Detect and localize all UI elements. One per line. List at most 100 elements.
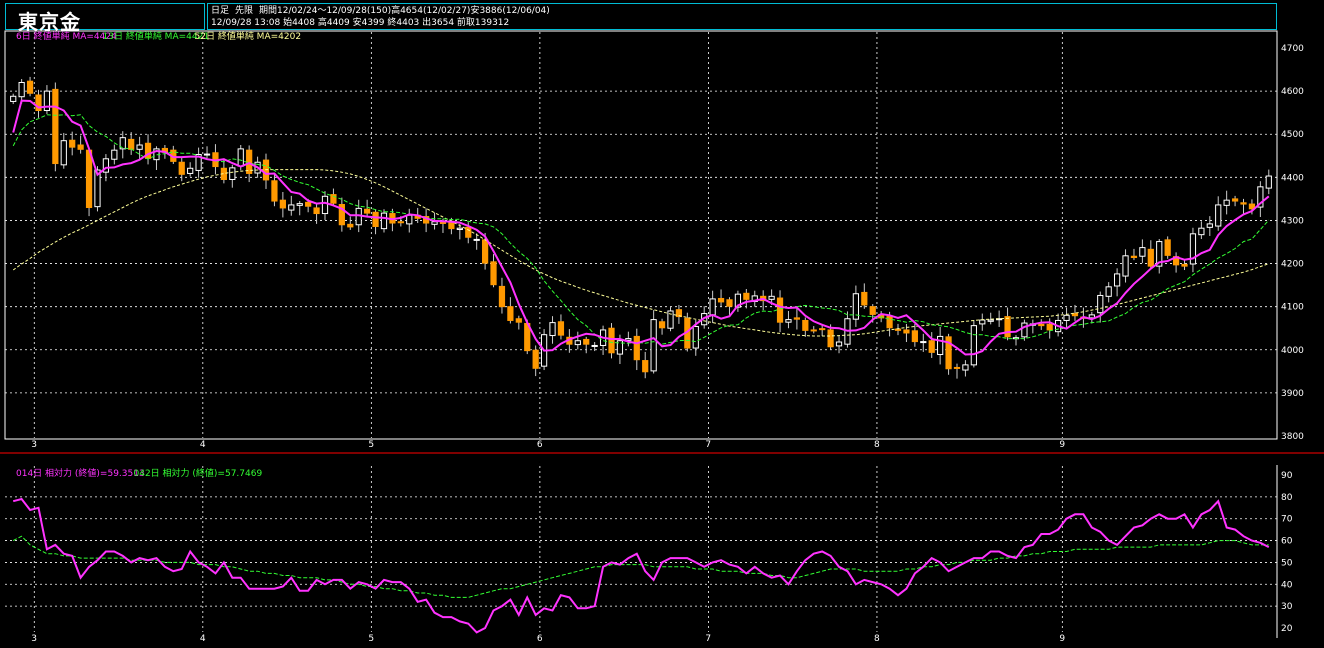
candle-body — [962, 364, 969, 371]
lower-x-tick-label: 5 — [368, 634, 374, 644]
candle-body — [1113, 273, 1121, 287]
candle-body — [1105, 286, 1112, 297]
candle-body — [1063, 314, 1070, 321]
candle-body — [111, 149, 118, 160]
candle-body — [187, 167, 194, 174]
upper-y-tick-label: 4400 — [1281, 173, 1304, 183]
candle-body — [237, 148, 244, 167]
upper-x-axis: 3 4 5 6 7 8 9 — [31, 440, 1065, 450]
candle-body — [1004, 316, 1011, 338]
ma52-line — [12, 169, 1269, 337]
lower-x-tick-label: 9 — [1059, 634, 1065, 644]
candle-body — [397, 221, 404, 224]
candle-body — [709, 298, 716, 316]
candle-body — [60, 140, 67, 166]
candle-body — [507, 306, 514, 321]
candle-body — [498, 285, 506, 308]
candle-body — [1215, 204, 1222, 227]
candle-body — [642, 360, 649, 373]
candle-body — [894, 328, 902, 331]
candle-body — [835, 341, 843, 347]
candle-body — [819, 328, 826, 331]
upper-x-tick-label: 7 — [705, 440, 711, 450]
candle-body — [1206, 223, 1213, 228]
candle-body — [557, 321, 565, 336]
candle-body — [1097, 294, 1104, 314]
candle-body — [549, 322, 556, 337]
candle-body — [18, 81, 25, 98]
candle-body — [1038, 323, 1045, 327]
lower-x-tick-label: 7 — [705, 634, 711, 644]
upper-legend: 6日 終値単純 MA=442413日 終値単純 MA=442152日 終値単純 … — [16, 30, 301, 42]
upper-legend-entry: 52日 終値単純 MA=4202 — [195, 30, 302, 42]
candle-body — [953, 366, 961, 369]
candle-body — [52, 88, 59, 165]
candlesticks — [10, 76, 1272, 379]
candle-body — [1046, 323, 1053, 331]
lower-y-tick-label: 50 — [1281, 558, 1293, 568]
candle-body — [1265, 175, 1272, 189]
candle-body — [465, 226, 472, 238]
candle-body — [987, 319, 994, 322]
candle-body — [1130, 255, 1138, 259]
candle-body — [229, 167, 236, 180]
candle-body — [372, 211, 379, 227]
candle-body — [515, 318, 522, 323]
candle-body — [726, 299, 733, 307]
candle-body — [1122, 255, 1129, 277]
candle-body — [364, 208, 371, 214]
candle-body — [768, 295, 775, 300]
upper-legend-entry: 13日 終値単純 MA=4421 — [103, 30, 210, 42]
candle-body — [903, 329, 910, 334]
candle-body — [321, 195, 329, 215]
upper-y-tick-label: 3900 — [1281, 389, 1304, 399]
upper-y-tick-label: 4100 — [1281, 303, 1304, 313]
candle-body — [1021, 322, 1028, 338]
candle-body — [128, 138, 135, 150]
candle-body — [633, 335, 640, 361]
lower-legend-entry: 042日 相対力 (終値)=57.7469 — [134, 467, 263, 479]
candle-body — [406, 214, 413, 225]
lower-y-tick-label: 90 — [1281, 471, 1293, 481]
candle-body — [861, 291, 868, 306]
upper-x-tick-label: 9 — [1059, 440, 1065, 450]
upper-x-tick-label: 3 — [31, 440, 37, 450]
lower-y-tick-label: 60 — [1281, 537, 1293, 547]
upper-y-tick-label: 4600 — [1281, 87, 1304, 97]
candle-body — [743, 292, 750, 300]
lower-grid — [5, 465, 1278, 638]
upper-x-tick-label: 5 — [368, 440, 374, 450]
upper-y-tick-label: 4000 — [1281, 346, 1304, 356]
candle-body — [827, 329, 834, 348]
candle-body — [1139, 247, 1146, 257]
candle-body — [347, 223, 354, 228]
candle-body — [313, 207, 320, 215]
candle-body — [136, 144, 143, 150]
candle-body — [886, 315, 893, 329]
lower-x-tick-label: 6 — [537, 634, 543, 644]
ma13-line — [12, 114, 1270, 345]
candle-body — [717, 297, 725, 303]
lower-y-tick-label: 20 — [1281, 624, 1293, 634]
candle-body — [288, 204, 295, 211]
candle-body — [69, 139, 76, 148]
candle-body — [481, 239, 489, 264]
lower-y-tick-label: 40 — [1281, 580, 1293, 590]
candle-body — [970, 325, 977, 366]
candle-body — [692, 325, 699, 349]
candle-body — [608, 327, 615, 354]
chart-window: 東京金 日足 先限 期間12/02/24～12/09/28(150)高4654(12… — [0, 0, 1324, 648]
lower-x-axis: 3 4 5 6 7 8 9 — [31, 634, 1065, 644]
candle-body — [1240, 202, 1247, 205]
candle-body — [85, 149, 93, 209]
candle-body — [776, 297, 784, 323]
candle-body — [979, 319, 986, 325]
upper-x-tick-label: 8 — [874, 440, 880, 450]
upper-panel — [4, 30, 1278, 440]
upper-x-tick-label: 4 — [200, 440, 206, 450]
candle-body — [532, 349, 539, 369]
candle-body — [1223, 199, 1230, 206]
lower-legend-entry: 014日 相対力 (終値)=59.3513 — [16, 467, 145, 479]
upper-grid — [5, 32, 1277, 438]
upper-y-tick-label: 4500 — [1281, 130, 1304, 140]
